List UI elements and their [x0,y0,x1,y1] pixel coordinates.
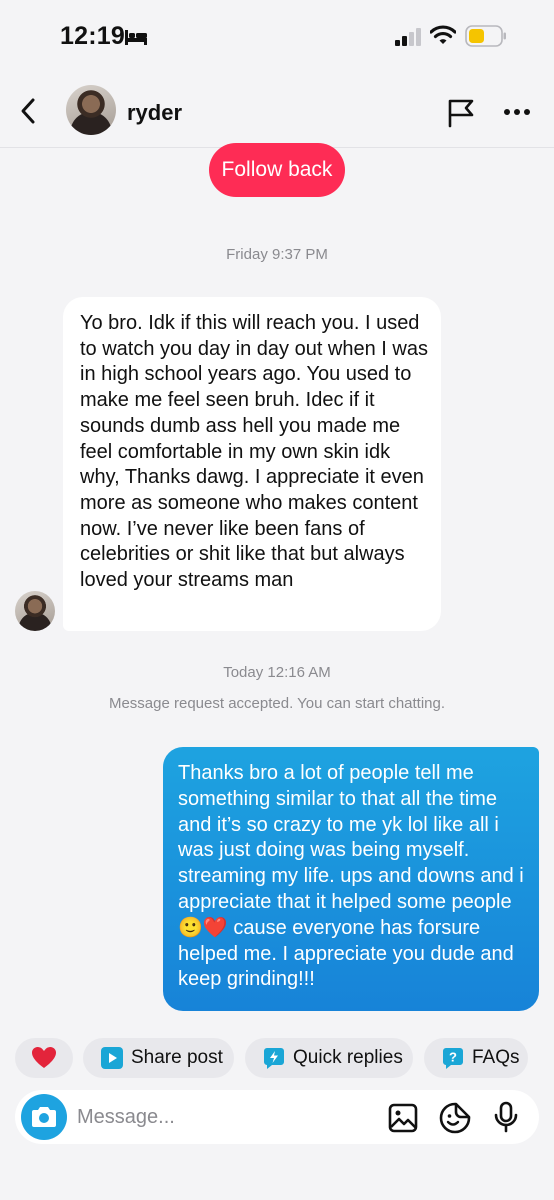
outgoing-message-bubble[interactable]: Thanks bro a lot of people tell me somet… [163,747,539,1011]
heart-icon [32,1047,56,1068]
timestamp: Today 12:16 AM [223,664,331,681]
more-icon[interactable] [503,108,531,116]
wifi-icon [430,25,456,44]
status-bar: 12:19 [0,0,554,72]
battery-icon [465,25,506,47]
signal-icon [395,28,421,46]
back-icon[interactable] [16,96,42,126]
message-input[interactable] [77,1102,377,1132]
share-post-button[interactable]: Share post [83,1038,234,1078]
svg-text:?: ? [449,1050,457,1065]
camera-icon [32,1107,56,1127]
header-username[interactable]: ryder [127,100,182,126]
follow-back-button[interactable]: Follow back [209,143,345,197]
share-post-label: Share post [131,1047,223,1068]
faqs-button[interactable]: ? FAQs [424,1038,528,1078]
chat-screen: 12:19 ryder Follow back Friday 9:37 PM Y… [0,0,554,1200]
incoming-message-bubble[interactable]: Yo bro. Idk if this will reach you. I us… [63,297,441,631]
gallery-icon[interactable] [388,1103,418,1133]
sticker-icon[interactable] [439,1102,471,1134]
system-message: Message request accepted. You can start … [108,695,446,712]
status-time: 12:19 [60,22,125,50]
sender-avatar[interactable] [15,591,55,631]
lightning-icon [264,1048,284,1069]
question-icon: ? [443,1048,463,1069]
timestamp: Friday 9:37 PM [226,246,328,263]
message-composer [15,1090,539,1144]
play-icon [101,1047,123,1069]
quick-replies-button[interactable]: Quick replies [245,1038,413,1078]
bed-icon [125,30,147,45]
chat-header: ryder [0,72,554,148]
faqs-label: FAQs [472,1047,520,1068]
flag-icon[interactable] [446,98,476,128]
quick-replies-label: Quick replies [293,1047,403,1068]
heart-reaction-button[interactable] [15,1038,73,1078]
camera-button[interactable] [21,1094,67,1140]
microphone-icon[interactable] [492,1101,520,1133]
avatar[interactable] [66,85,116,135]
